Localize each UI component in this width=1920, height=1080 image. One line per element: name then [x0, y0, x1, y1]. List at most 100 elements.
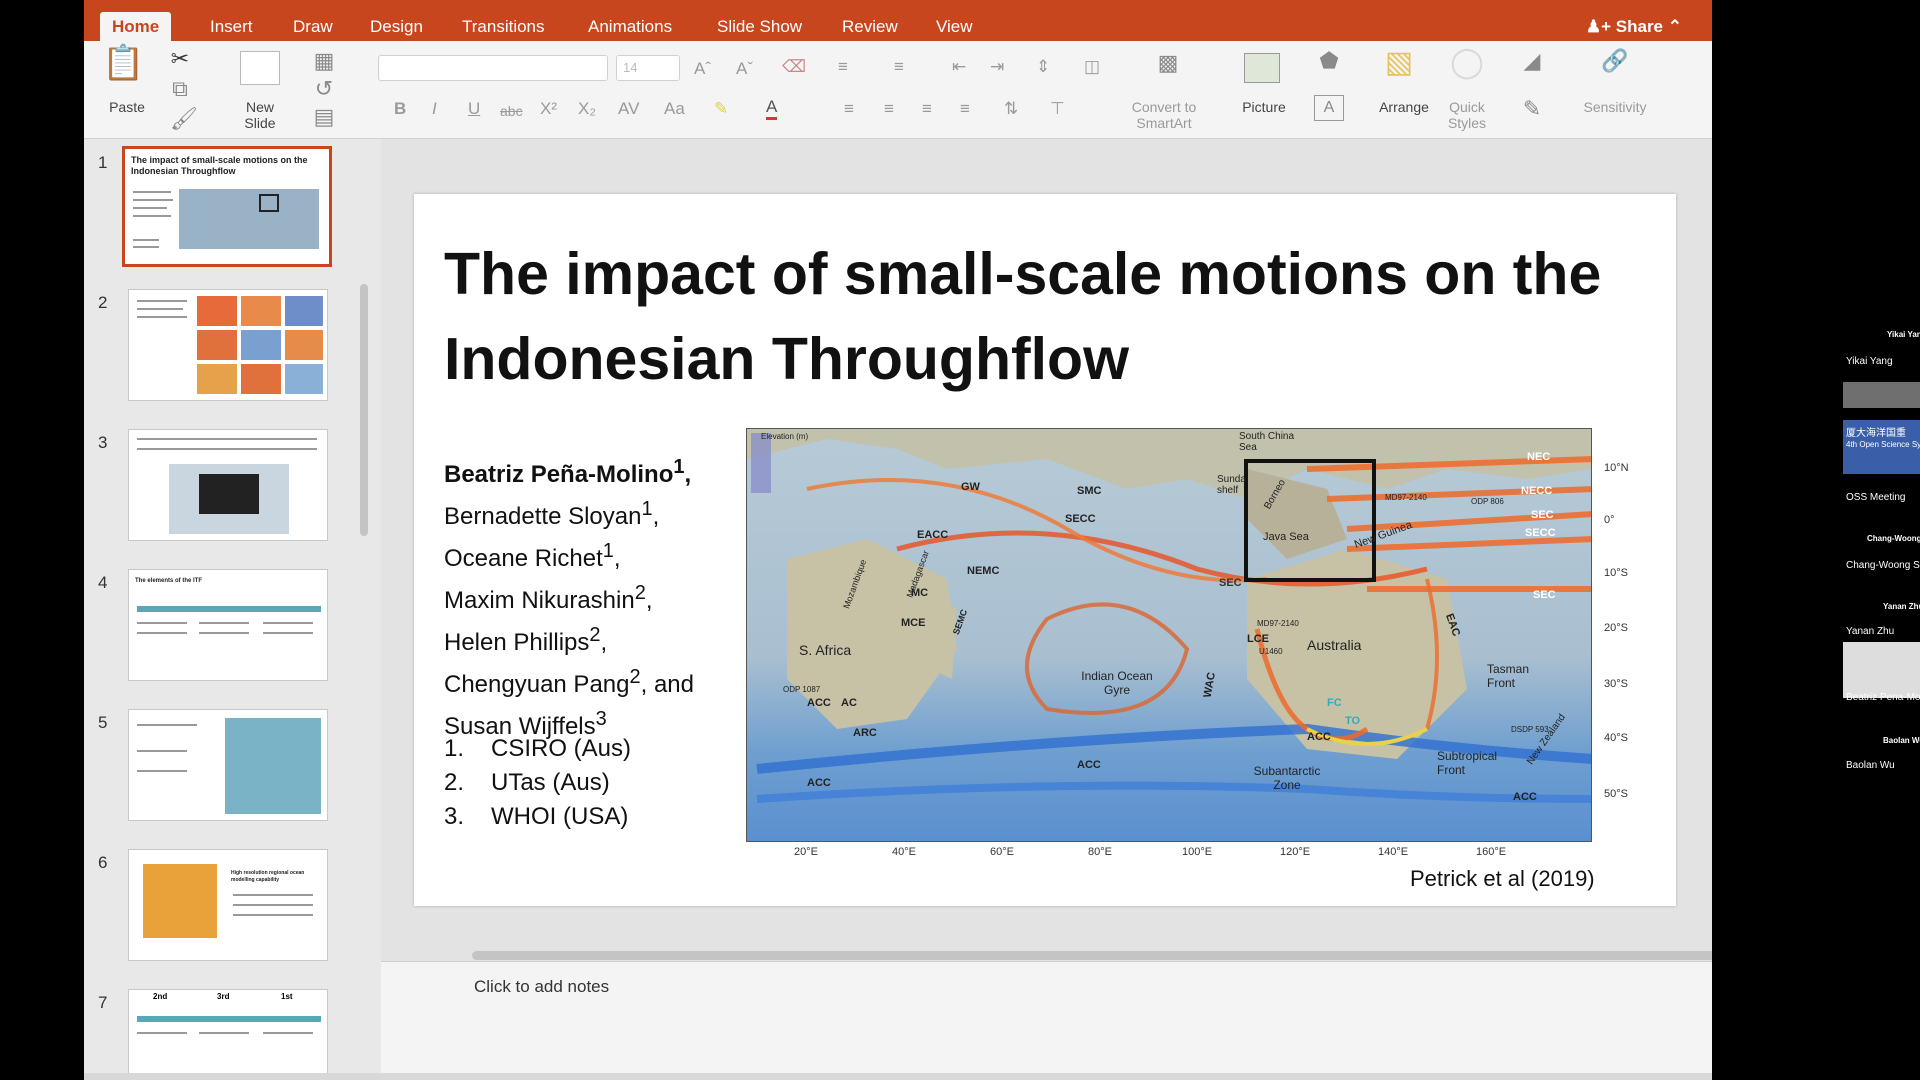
ocean-circulation-map[interactable]: Elevation (m) South China Sea Australia …	[746, 428, 1592, 842]
highlight-icon[interactable]: ✎	[714, 99, 728, 119]
decrease-indent-icon[interactable]: ⇤	[952, 57, 966, 77]
align-text-icon[interactable]: ⊤	[1050, 99, 1065, 119]
sensitivity-label[interactable]: Sensitivity	[1570, 99, 1660, 115]
strikethrough-icon[interactable]: abc	[500, 101, 523, 121]
italic-icon[interactable]: I	[432, 99, 437, 119]
change-case-icon[interactable]: Aa	[664, 99, 685, 119]
cut-icon[interactable]: ✂	[170, 47, 190, 71]
picture-button-label[interactable]: Picture	[1234, 99, 1294, 115]
clear-format-icon[interactable]: ⌫	[782, 57, 806, 77]
participant-name-3[interactable]: OSS Meeting	[1846, 492, 1905, 503]
participant-tag-7: Baolan Wu	[1883, 736, 1920, 745]
tab-design[interactable]: Design	[358, 12, 435, 41]
char-spacing-icon[interactable]: AV	[618, 99, 639, 119]
align-left-icon[interactable]: ≡	[844, 99, 854, 119]
participant-name-7[interactable]: Baolan Wu	[1846, 760, 1895, 771]
participant-video-2[interactable]	[1843, 382, 1920, 408]
grow-font-icon[interactable]: Aˆ	[694, 59, 711, 79]
author-list[interactable]: Beatriz Peña-Molino1, Bernadette Sloyan1…	[444, 450, 744, 744]
section-icon[interactable]: ▤	[312, 105, 336, 129]
shape-fill-icon[interactable]: ◢	[1520, 49, 1544, 73]
current-acc-4: ACC	[1513, 791, 1537, 803]
tab-insert[interactable]: Insert	[198, 12, 265, 41]
align-center-icon[interactable]: ≡	[884, 99, 894, 119]
slide-thumbnail-2[interactable]	[128, 289, 328, 401]
slide-thumbnail-5[interactable]	[128, 709, 328, 821]
increase-indent-icon[interactable]: ⇥	[990, 57, 1004, 77]
participant-video-6[interactable]	[1843, 642, 1920, 698]
font-color-icon[interactable]: A	[766, 97, 778, 120]
new-slide-button-label[interactable]: New Slide	[234, 99, 286, 131]
author-5: Helen Phillips2,	[444, 624, 608, 656]
share-button[interactable]: ♟+ Share ⌃	[1586, 12, 1682, 41]
notes-placeholder[interactable]: Click to add notes	[474, 977, 609, 997]
paste-button-label[interactable]: Paste	[104, 99, 150, 115]
justify-icon[interactable]: ≡	[960, 99, 970, 119]
copy-icon[interactable]: ⧉	[170, 77, 190, 101]
affiliation-list[interactable]: 1. CSIRO (Aus) 2. UTas (Aus) 3. WHOI (USA)	[444, 732, 744, 834]
reset-icon[interactable]: ↺	[312, 77, 336, 101]
line-spacing-icon[interactable]: ⇕	[1036, 57, 1050, 77]
notes-pane[interactable]: Click to add notes	[381, 961, 1712, 1073]
slide-thumbnail-7[interactable]: 2nd 3rd 1st	[128, 989, 328, 1080]
text-direction-icon[interactable]: ⇅	[1004, 99, 1018, 119]
participant-video-3[interactable]: 厦大海洋国重 4th Open Science Sy	[1843, 420, 1920, 474]
slide-thumbnail-4[interactable]: The elements of the ITF	[128, 569, 328, 681]
slide-thumbnail-6[interactable]: High resolution regional ocean modelling…	[128, 849, 328, 961]
place-s-africa: S. Africa	[799, 642, 852, 658]
arrange-button-label[interactable]: Arrange	[1374, 99, 1434, 115]
tab-draw[interactable]: Draw	[281, 12, 345, 41]
tab-transitions[interactable]: Transitions	[450, 12, 557, 41]
participant-name-6[interactable]: Beatriz Pena-Mol	[1846, 692, 1920, 703]
text-box-icon[interactable]: A	[1314, 95, 1344, 121]
numbering-icon[interactable]: ≡	[894, 57, 904, 77]
current-arc: ARC	[853, 727, 877, 739]
shrink-font-icon[interactable]: Aˇ	[736, 59, 753, 79]
participant-name-5[interactable]: Yanan Zhu	[1846, 626, 1894, 637]
align-right-icon[interactable]: ≡	[922, 99, 932, 119]
participant-name-1[interactable]: Yikai Yang	[1846, 356, 1893, 367]
format-painter-icon[interactable]: 🖌	[170, 107, 198, 131]
tab-animations[interactable]: Animations	[576, 12, 684, 41]
figure-credit[interactable]: Petrick et al (2019)	[1410, 866, 1595, 892]
subscript-icon[interactable]: X₂	[578, 99, 596, 119]
font-size-select[interactable]: 14	[616, 55, 680, 81]
underline-icon[interactable]: U	[468, 99, 480, 119]
new-slide-icon[interactable]	[240, 51, 280, 85]
tab-home[interactable]: Home	[100, 12, 172, 41]
font-name-select[interactable]	[378, 55, 608, 81]
convert-to-smartart-label[interactable]: Convert to SmartArt	[1124, 99, 1204, 131]
participant-name-4[interactable]: Chang-Woong Sh	[1846, 560, 1920, 571]
current-secc-2: SECC	[1065, 513, 1096, 525]
slide-thumbnail-3[interactable]	[128, 429, 328, 541]
layout-icon[interactable]: ▦	[312, 49, 336, 73]
quick-styles-icon[interactable]: ◯	[1450, 48, 1484, 78]
tab-review[interactable]: Review	[830, 12, 910, 41]
arrange-icon[interactable]: ▧	[1382, 48, 1416, 81]
bold-icon[interactable]: B	[394, 99, 406, 119]
tab-slide-show[interactable]: Slide Show	[705, 12, 814, 41]
clipboard-icon[interactable]: 📋	[102, 46, 144, 91]
current-to: TO	[1345, 715, 1361, 727]
smartart-icon[interactable]: ▩	[1148, 51, 1188, 81]
quick-styles-label[interactable]: Quick Styles	[1440, 99, 1494, 131]
thumb-number-5: 5	[98, 713, 108, 732]
participant-tag-5: Yanan Zhu	[1883, 602, 1920, 611]
current-smc: SMC	[1077, 485, 1102, 497]
slide-thumbnail-1[interactable]: The impact of small-scale motions on the…	[122, 146, 332, 267]
thumbnail-scrollbar[interactable]	[360, 284, 368, 536]
picture-icon[interactable]	[1244, 53, 1280, 83]
site-md97-2140-north: MD97-2140	[1385, 493, 1427, 502]
bullets-icon[interactable]: ≡	[838, 57, 848, 77]
lon-label-160e: 160°E	[1476, 846, 1507, 858]
slide-title[interactable]: The impact of small-scale motions on the…	[444, 232, 1664, 402]
horizontal-scrollbar[interactable]	[472, 951, 1712, 960]
tab-view[interactable]: View	[924, 12, 985, 41]
columns-icon[interactable]: ◫	[1084, 57, 1100, 77]
shapes-icon[interactable]: ⬟	[1314, 49, 1344, 73]
lon-label-100e: 100°E	[1182, 846, 1213, 858]
sensitivity-icon[interactable]: 🔗	[1600, 49, 1630, 73]
slide-1[interactable]: The impact of small-scale motions on the…	[414, 194, 1676, 906]
superscript-icon[interactable]: X²	[540, 99, 557, 119]
shape-outline-icon[interactable]: ✎	[1520, 97, 1544, 121]
